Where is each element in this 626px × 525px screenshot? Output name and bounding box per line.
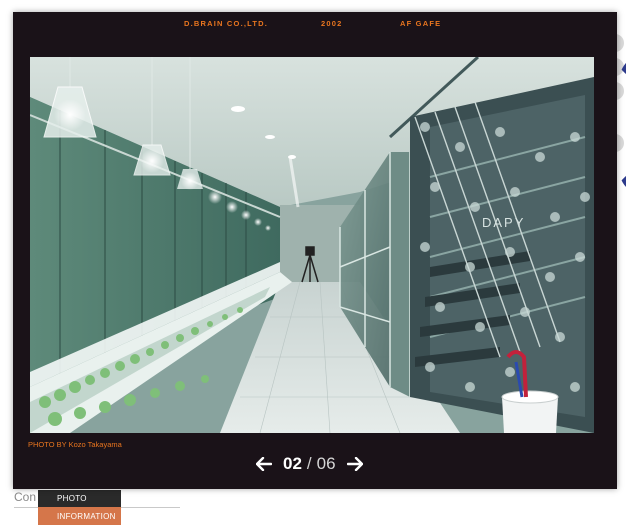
photo-lightbox: D.BRAIN CO.,LTD. 2002 AF GAFE DAPY PHOTO…: [13, 12, 617, 489]
store-sign-text: DAPY: [482, 215, 525, 230]
project-year: 2002: [321, 19, 343, 28]
gallery-photo: DAPY: [30, 57, 594, 433]
company-name: D.BRAIN CO.,LTD.: [184, 19, 269, 28]
previous-photo-button[interactable]: [253, 453, 275, 475]
lightbox-header: D.BRAIN CO.,LTD. 2002 AF GAFE: [13, 19, 617, 33]
arrow-left-icon: [256, 457, 272, 471]
total-page-count: 06: [316, 454, 336, 473]
background-content-label: Con: [14, 490, 37, 504]
photo-pager: 02 / 06: [253, 452, 366, 476]
arrow-right-icon: [346, 457, 363, 471]
photo-credit: PHOTO BY Kozo Takayama: [28, 440, 122, 449]
page-separator: /: [306, 454, 312, 473]
next-photo-button[interactable]: [344, 453, 366, 475]
page: Con PHOTO INFORMATION D.BRAIN CO.,LTD. 2…: [0, 0, 626, 525]
information-tab[interactable]: INFORMATION: [38, 507, 121, 525]
photo-tab[interactable]: PHOTO: [38, 490, 121, 507]
current-page-number: 02: [283, 454, 302, 473]
project-name: AF GAFE: [400, 19, 442, 28]
